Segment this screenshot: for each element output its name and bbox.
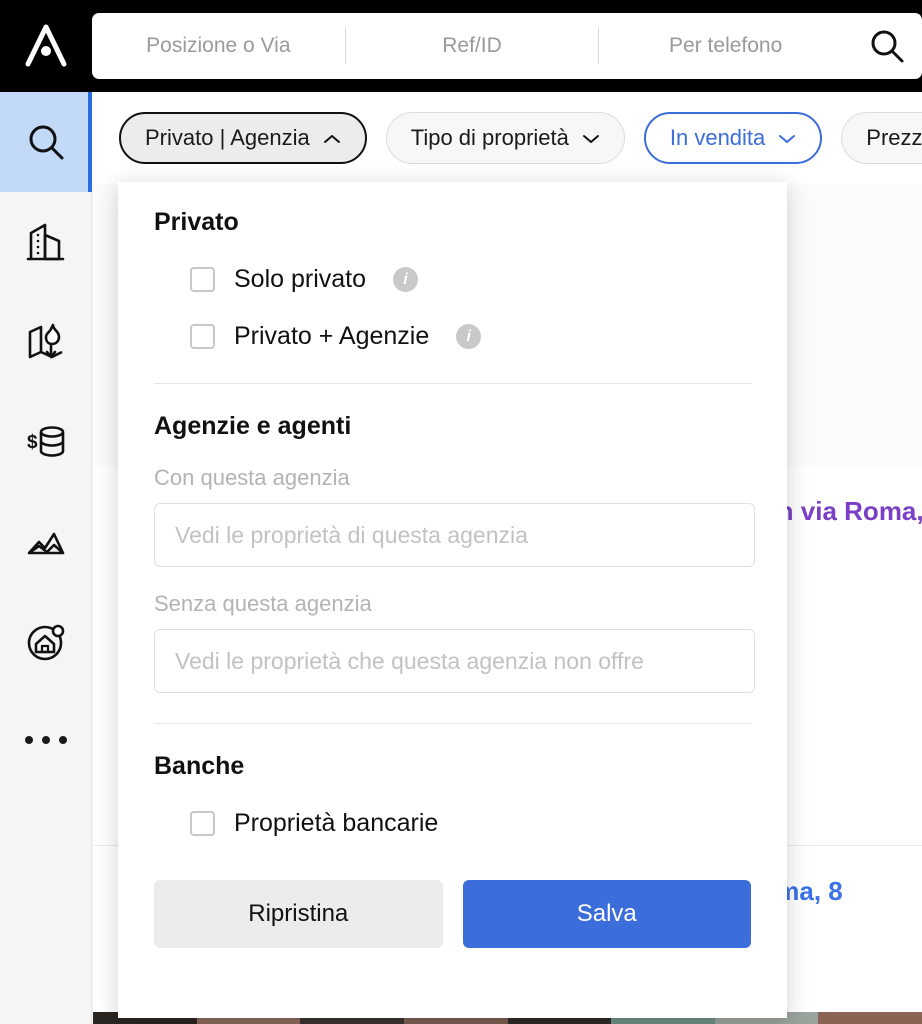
- svg-text:$: $: [27, 432, 38, 453]
- dollar-database-icon: $: [27, 426, 65, 457]
- checkbox-solo-privato[interactable]: [190, 267, 215, 292]
- filter-chip-privato-agenzia[interactable]: Privato | Agenzia: [119, 112, 367, 164]
- search-input-refid[interactable]: Ref/ID: [346, 34, 599, 58]
- a-peak-logo-icon: [25, 24, 67, 67]
- filter-chip-label: Prezzo: [866, 125, 922, 150]
- section-title-banche: Banche: [154, 752, 245, 780]
- filter-chip-prezzo[interactable]: Prezzo: [841, 112, 922, 164]
- checkbox-label: Solo privato: [234, 265, 367, 293]
- sidebar-item-buildings[interactable]: [0, 192, 92, 292]
- checkbox-row-solo-privato[interactable]: Solo privato i: [154, 265, 751, 294]
- reset-button[interactable]: Ripristina: [154, 880, 443, 948]
- photo-thumb: [818, 1012, 922, 1024]
- left-sidebar: $: [0, 92, 92, 1024]
- filter-chip-label: Tipo di proprietà: [410, 125, 569, 150]
- field-label-senza-agenzia: Senza questa agenzia: [154, 591, 372, 616]
- info-icon[interactable]: i: [393, 267, 419, 292]
- input-senza-questa-agenzia[interactable]: Vedi le proprietà che questa agenzia non…: [154, 629, 755, 693]
- filter-chip-label: Privato | Agenzia: [145, 125, 310, 150]
- section-title-privato: Privato: [154, 208, 239, 236]
- app-root: Posizione o Via Ref/ID Per telefono $ vi…: [0, 0, 922, 1024]
- search-icon: [871, 30, 904, 63]
- search-icon: [29, 125, 64, 160]
- sidebar-item-valuation[interactable]: [0, 592, 92, 692]
- sidebar-item-more[interactable]: [0, 692, 92, 788]
- sidebar-item-prices[interactable]: $: [0, 392, 92, 492]
- chevron-up-icon: [323, 125, 341, 151]
- search-input-phone[interactable]: Per telefono: [599, 34, 852, 58]
- checkbox-label: Proprietà bancarie: [234, 809, 439, 837]
- building-icon: [26, 223, 65, 261]
- home-circle-icon: [27, 624, 65, 661]
- filter-chip-row: Privato | Agenzia Tipo di proprietà In v…: [93, 92, 922, 184]
- checkbox-proprieta-bancarie[interactable]: [190, 811, 215, 836]
- search-input-location[interactable]: Posizione o Via: [92, 34, 345, 58]
- chevron-down-icon: [778, 125, 796, 151]
- checkbox-row-proprieta-bancarie[interactable]: Proprietà bancarie: [154, 809, 751, 838]
- input-con-questa-agenzia[interactable]: Vedi le proprietà di questa agenzia: [154, 503, 755, 567]
- chevron-down-icon: [582, 125, 600, 151]
- filter-chip-label: In vendita: [669, 125, 766, 150]
- sidebar-item-search[interactable]: [0, 92, 92, 192]
- checkbox-label: Privato + Agenzie: [234, 322, 430, 350]
- sidebar-item-statistics[interactable]: [0, 492, 92, 592]
- search-submit-button[interactable]: [852, 26, 922, 66]
- filter-chip-tipo-proprieta[interactable]: Tipo di proprietà: [385, 112, 625, 164]
- more-dot-1: [25, 736, 33, 744]
- top-header-bar: Posizione o Via Ref/ID Per telefono: [0, 0, 922, 92]
- info-icon[interactable]: i: [456, 324, 482, 349]
- checkbox-privato-agenzie[interactable]: [190, 324, 215, 349]
- section-title-agenzie: Agenzie e agenti: [154, 412, 352, 440]
- sidebar-item-map-heat[interactable]: [0, 292, 92, 392]
- global-search-bar: Posizione o Via Ref/ID Per telefono: [92, 13, 922, 79]
- more-dot-2: [42, 736, 50, 744]
- panel-action-buttons: Ripristina Salva: [154, 880, 751, 948]
- checkbox-row-privato-agenzie[interactable]: Privato + Agenzie i: [154, 322, 751, 351]
- more-dot-3: [59, 736, 67, 744]
- save-button[interactable]: Salva: [462, 880, 751, 948]
- map-flame-icon: [28, 323, 63, 359]
- filter-chip-in-vendita[interactable]: In vendita: [643, 112, 823, 164]
- app-logo[interactable]: [0, 0, 92, 92]
- field-label-con-agenzia: Con questa agenzia: [154, 465, 350, 490]
- privato-agenzia-dropdown-panel: Privato Solo privato i Privato + Agenzie…: [118, 182, 787, 1018]
- chart-mountain-icon: [27, 532, 65, 555]
